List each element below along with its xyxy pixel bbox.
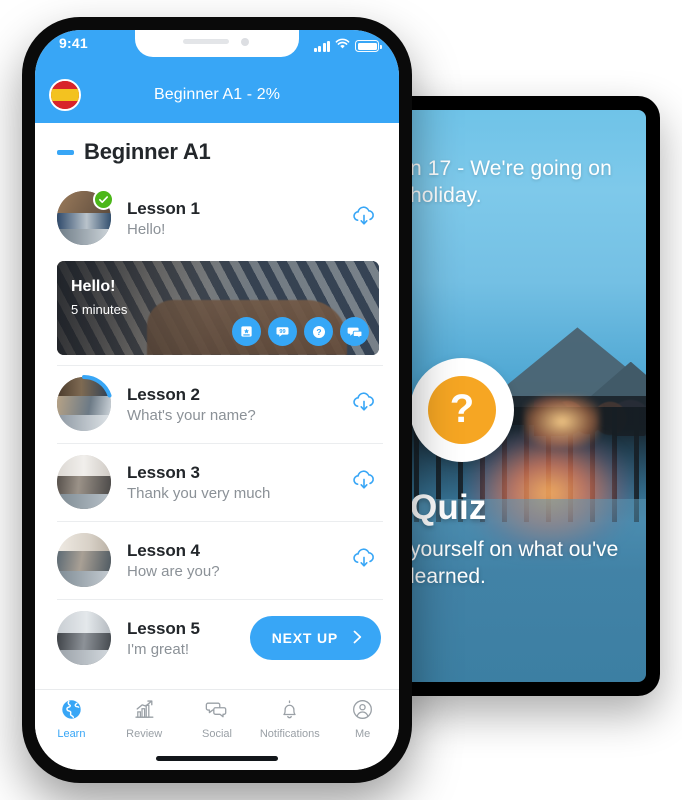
- lesson-text: Lesson 5 I'm great!: [127, 619, 250, 658]
- spain-flag-icon[interactable]: [49, 79, 81, 111]
- lesson-subtitle: What's your name?: [127, 406, 256, 424]
- lesson-thumbnail-wrap: [57, 189, 114, 245]
- quiz-title: Quiz: [410, 488, 487, 527]
- status-icons: [313, 37, 382, 55]
- tab-me-label: Me: [354, 728, 371, 740]
- phone-notch: [135, 30, 299, 57]
- svg-text:99: 99: [279, 329, 285, 335]
- tab-review-label: Review: [126, 728, 163, 740]
- lesson-row[interactable]: Lesson 2 What's your name?: [35, 365, 399, 443]
- next-up-button[interactable]: NEXT UP: [249, 616, 381, 660]
- lesson-thumbnail-wrap: [57, 533, 111, 587]
- cloud-download-icon[interactable]: [351, 547, 377, 574]
- lesson-subtitle: Hello!: [127, 220, 166, 238]
- question-mark-icon: ?: [428, 376, 496, 444]
- lesson-thumbnail-wrap: [57, 611, 111, 665]
- conversation-icon[interactable]: [340, 317, 369, 346]
- lesson-subtitle: I'm great!: [127, 640, 190, 658]
- lesson-name: Lesson 3: [127, 462, 200, 482]
- course-progress-title: Beginner A1 - 2%: [153, 86, 281, 103]
- chart-icon: [133, 698, 156, 724]
- lesson-name: Lesson 4: [127, 540, 200, 560]
- cloud-download-icon[interactable]: [351, 391, 377, 418]
- globe-icon: [60, 698, 83, 724]
- lesson-row[interactable]: Lesson 5 I'm great! NEXT UP: [35, 599, 399, 677]
- tab-learn-label: Learn: [57, 728, 86, 740]
- check-circle-icon: [93, 189, 114, 210]
- tablet-headline: n 17 - We're going on holiday.: [410, 157, 612, 207]
- lesson-name: Lesson 1: [127, 198, 200, 218]
- home-indicator[interactable]: [156, 756, 278, 761]
- tab-learn[interactable]: Learn: [35, 698, 108, 740]
- cloud-download-icon[interactable]: [351, 205, 377, 232]
- tab-notifications[interactable]: Notifications: [253, 698, 326, 740]
- front-camera: [241, 38, 249, 46]
- lesson-row[interactable]: Lesson 1 Hello!: [35, 179, 399, 257]
- bell-icon: [278, 698, 301, 724]
- lesson-preview-card[interactable]: Hello! 5 minutes 99 ?: [57, 261, 379, 355]
- earpiece-speaker: [183, 39, 229, 44]
- tab-social-label: Social: [202, 728, 232, 740]
- lesson-text: Lesson 1 Hello!: [127, 199, 351, 238]
- svg-text:?: ?: [316, 327, 321, 337]
- lesson-thumbnail: [57, 455, 111, 509]
- chat-icon: [205, 698, 228, 724]
- tablet-device: n 17 - We're going on holiday. ? Quiz yo…: [378, 96, 660, 696]
- lesson-text: Lesson 3 Thank you very much: [127, 463, 351, 502]
- vocabulary-icon[interactable]: 99: [268, 317, 297, 346]
- lesson-list-content: Beginner A1 Lesson 1 Hello! Hello! 5 min…: [35, 123, 399, 698]
- lesson-card-duration: 5 minutes: [71, 302, 128, 317]
- app-header-row: Beginner A1 - 2%: [35, 67, 399, 123]
- quiz-icon[interactable]: ?: [304, 317, 333, 346]
- cloud-download-icon[interactable]: [351, 469, 377, 496]
- lesson-row[interactable]: Lesson 4 How are you?: [35, 521, 399, 599]
- status-time: 9:41: [59, 35, 88, 51]
- quiz-subtitle: yourself on what ou've learned.: [410, 538, 619, 589]
- lesson-thumbnail: [57, 611, 111, 665]
- section-title: Beginner A1: [84, 139, 211, 164]
- lesson-thumbnail-wrap: [57, 455, 111, 509]
- collapse-minus-icon[interactable]: [57, 149, 74, 155]
- person-icon: [351, 698, 374, 724]
- flashcard-icon[interactable]: [232, 317, 261, 346]
- battery-icon: [355, 40, 382, 52]
- lesson-progress-arc: [82, 375, 112, 398]
- wifi-icon: [335, 37, 350, 55]
- screenshot-stage: n 17 - We're going on holiday. ? Quiz yo…: [0, 0, 682, 800]
- lesson-text: Lesson 4 How are you?: [127, 541, 351, 580]
- lesson-subtitle: Thank you very much: [127, 484, 271, 502]
- phone-screen: 9:41 Beginner A1 - 2% Beginner A1 Lesson…: [35, 30, 399, 770]
- signal-bars-icon: [313, 40, 330, 52]
- lesson-row[interactable]: Lesson 3 Thank you very much: [35, 443, 399, 521]
- lesson-card-actions: 99 ?: [232, 317, 369, 346]
- chevron-right-icon: [352, 630, 363, 647]
- phone-device: 9:41 Beginner A1 - 2% Beginner A1 Lesson…: [22, 17, 412, 783]
- quiz-badge[interactable]: ?: [410, 358, 514, 462]
- lesson-text: Lesson 2 What's your name?: [127, 385, 351, 424]
- section-header[interactable]: Beginner A1: [35, 123, 399, 179]
- tab-social[interactable]: Social: [181, 698, 254, 740]
- sunset-highlight: [524, 396, 601, 448]
- lesson-thumbnail: [57, 533, 111, 587]
- tablet-screen: n 17 - We're going on holiday. ? Quiz yo…: [392, 110, 646, 682]
- lesson-card-title: Hello!: [71, 278, 116, 295]
- lesson-thumbnail-wrap: [57, 375, 112, 431]
- lesson-name: Lesson 2: [127, 384, 200, 404]
- tab-me[interactable]: Me: [326, 698, 399, 740]
- tab-review[interactable]: Review: [108, 698, 181, 740]
- tab-notifications-label: Notifications: [259, 728, 320, 740]
- lesson-subtitle: How are you?: [127, 562, 220, 580]
- next-up-label: NEXT UP: [271, 630, 338, 646]
- app-topbar: 9:41 Beginner A1 - 2%: [35, 30, 399, 123]
- lesson-name: Lesson 5: [127, 618, 200, 638]
